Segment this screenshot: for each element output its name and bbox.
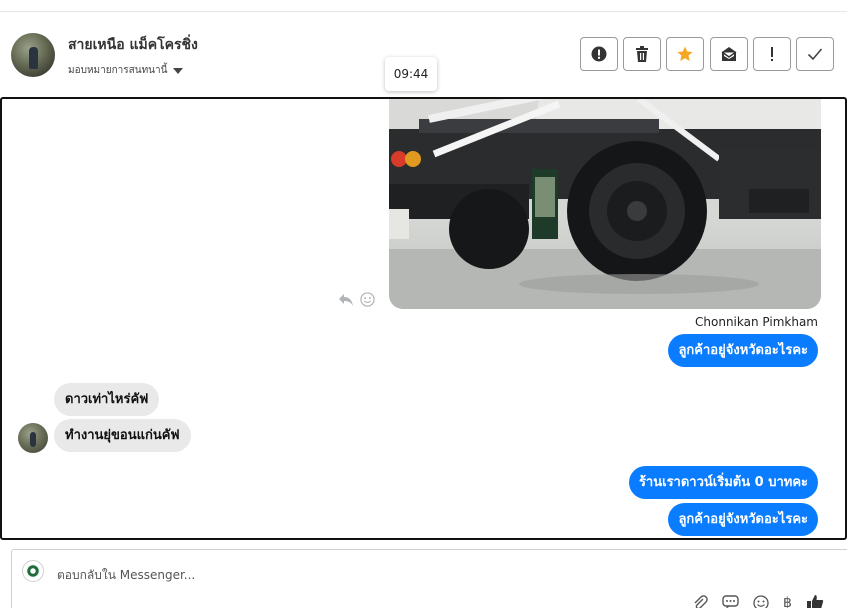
exclamation-circle-icon — [591, 46, 607, 62]
delete-button[interactable] — [623, 37, 661, 71]
outgoing-message[interactable]: ร้านเราดาวน์เริ่มต้น 0 บาทคะ — [628, 466, 818, 499]
assign-label: มอบหมายการสนทนานี้ — [68, 65, 168, 76]
incoming-message[interactable]: ดาวเท่าไหร่คัฟ — [54, 383, 160, 416]
saved-reply-icon[interactable] — [722, 595, 739, 608]
page-avatar — [22, 560, 44, 582]
baht-icon[interactable]: ฿ — [783, 595, 792, 608]
outgoing-message[interactable]: ลูกค้าอยู่จังหวัดอะไรคะ — [668, 334, 818, 367]
assign-conversation-dropdown[interactable]: มอบหมายการสนทนานี้ — [68, 63, 184, 78]
composer-tools: ฿ — [692, 594, 824, 608]
exclamation-icon — [771, 47, 773, 61]
timestamp-tooltip: 09:44 — [385, 57, 437, 91]
paperclip-icon[interactable] — [692, 594, 708, 608]
reply-composer[interactable]: ตอบกลับใน Messenger... ฿ — [11, 549, 847, 608]
envelope-open-icon — [721, 47, 737, 61]
emoji-react-icon[interactable] — [360, 292, 375, 307]
truck-photo-attachment[interactable] — [389, 99, 821, 309]
star-icon — [677, 46, 693, 61]
reply-icon[interactable] — [338, 293, 354, 307]
done-button[interactable] — [796, 37, 834, 71]
contact-avatar-small — [18, 423, 48, 453]
emoji-icon[interactable] — [753, 594, 769, 608]
sender-name: Chonnikan Pimkham — [695, 315, 818, 329]
contact-name[interactable]: สายเหนือ แม็คโครชิ่ง — [68, 34, 198, 56]
caret-down-icon — [173, 67, 184, 74]
top-border — [0, 0, 847, 12]
alert-button[interactable] — [580, 37, 618, 71]
incoming-message[interactable]: ทำงานยุ่ขอนแก่นคัฟ — [54, 419, 191, 452]
reply-input[interactable]: ตอบกลับใน Messenger... — [57, 566, 195, 585]
contact-avatar[interactable] — [11, 33, 55, 77]
spam-button[interactable] — [753, 37, 791, 71]
message-actions — [338, 292, 375, 307]
truck-image — [389, 99, 821, 309]
check-icon — [807, 48, 823, 61]
trash-icon — [636, 46, 648, 62]
message-thread[interactable]: Chonnikan Pimkham ลูกค้าอยู่จังหวัดอะไรค… — [0, 97, 847, 540]
outgoing-message[interactable]: ลูกค้าอยู่จังหวัดอะไรคะ — [668, 503, 818, 536]
thumbs-up-icon[interactable] — [806, 594, 824, 608]
mark-read-button[interactable] — [710, 37, 748, 71]
star-button[interactable] — [666, 37, 704, 71]
